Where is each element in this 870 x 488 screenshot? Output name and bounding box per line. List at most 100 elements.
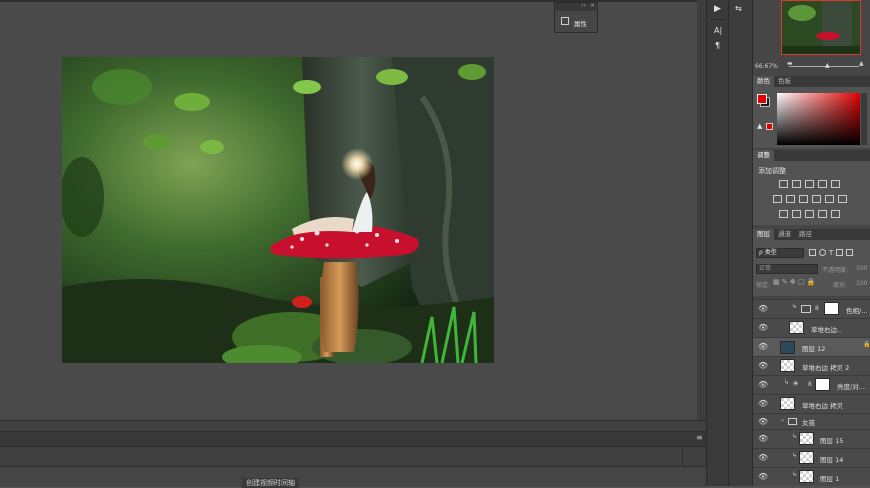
play-icon[interactable]: ▶ [714, 4, 721, 14]
layer-row[interactable]: 👁 ↳ ☀ 8 亮度/对... [753, 375, 870, 394]
lock-icon: 🔒 [863, 341, 870, 348]
color-balance-icon[interactable] [786, 195, 795, 203]
layer-thumbnail[interactable] [799, 432, 814, 445]
gamut-color-swatch[interactable] [766, 123, 773, 130]
channel-mixer-icon[interactable] [825, 195, 834, 203]
selective-color-icon[interactable] [831, 210, 840, 218]
character-icon[interactable]: A| [714, 26, 722, 35]
layer-row[interactable]: 👁 ↳ 8 色相/... [753, 299, 870, 318]
layer-name[interactable]: 色相/... [846, 305, 867, 315]
zoom-in-icon[interactable]: ▲ [859, 60, 864, 67]
document-image[interactable] [62, 57, 494, 363]
filter-adjustment-icon[interactable] [819, 249, 826, 256]
tab-color[interactable]: 颜色 [753, 76, 774, 87]
visibility-eye-icon[interactable]: 👁 [758, 361, 768, 370]
lock-icons[interactable]: ▦ ✎ ✥ ▢ 🔒 [773, 278, 816, 286]
exposure-icon[interactable] [818, 180, 827, 188]
hue-saturation-icon[interactable] [773, 195, 782, 203]
paragraph-icon[interactable]: ¶ [715, 41, 720, 50]
layer-thumbnail[interactable] [780, 359, 795, 372]
layer-name[interactable]: 女孩 [802, 417, 815, 427]
curves-icon[interactable] [805, 180, 814, 188]
threshold-icon[interactable] [805, 210, 814, 218]
layer-thumbnail[interactable] [799, 470, 814, 483]
properties-panel[interactable]: ‹‹ × 属性 [554, 2, 598, 33]
layer-name[interactable]: 图层 12 [802, 343, 825, 353]
blend-mode-select[interactable]: 正常 [756, 264, 818, 274]
invert-icon[interactable] [779, 210, 788, 218]
tab-swatches[interactable]: 色板 [774, 76, 795, 87]
black-white-icon[interactable] [799, 195, 808, 203]
visibility-eye-icon[interactable]: 👁 [758, 417, 768, 426]
color-field[interactable] [777, 93, 860, 145]
tab-layers[interactable]: 图层 [753, 229, 774, 240]
visibility-eye-icon[interactable]: 👁 [758, 342, 768, 351]
panel-menu-icon[interactable]: ≡ [696, 433, 703, 442]
properties-icon[interactable] [561, 17, 569, 25]
visibility-eye-icon[interactable]: 👁 [758, 304, 768, 313]
foreground-color-swatch[interactable] [757, 94, 767, 104]
layer-row[interactable]: 👁 ↳ 图层 14 [753, 448, 870, 467]
visibility-eye-icon[interactable]: 👁 [758, 434, 768, 443]
timeline-footer [0, 466, 706, 487]
navigator-thumbnail[interactable] [781, 0, 861, 55]
close-icon[interactable]: × [590, 2, 595, 9]
hue-slider[interactable] [861, 93, 867, 145]
visibility-eye-icon[interactable]: 👁 [758, 399, 768, 408]
layer-row[interactable]: 👁 草堆右边 拷贝 2 [753, 356, 870, 375]
tab-adjustments[interactable]: 调整 [753, 150, 774, 161]
canvas-vertical-scrollbar[interactable] [697, 0, 706, 420]
photo-filter-icon[interactable] [812, 195, 821, 203]
layer-thumbnail[interactable] [799, 451, 814, 464]
navigator-zoom[interactable]: 66.67% [755, 63, 778, 70]
canvas-area[interactable] [0, 0, 697, 420]
levels-icon[interactable] [792, 180, 801, 188]
brightness-icon[interactable] [779, 180, 788, 188]
visibility-eye-icon[interactable]: 👁 [758, 472, 768, 481]
layer-row[interactable]: 👁 草堆右边.. [753, 318, 870, 337]
tab-channels[interactable]: 通道 [774, 229, 795, 240]
link-icon: 8 [808, 381, 812, 388]
visibility-eye-icon[interactable]: 👁 [758, 323, 768, 332]
layer-name[interactable]: 图层 15 [820, 435, 843, 445]
filter-type-icon[interactable]: T [829, 249, 833, 257]
layer-thumbnail[interactable] [780, 397, 795, 410]
zoom-slider-thumb[interactable]: ▲ [825, 62, 830, 69]
filter-smart-icon[interactable] [846, 249, 854, 256]
tab-paths[interactable]: 路径 [795, 229, 816, 240]
layer-row[interactable]: 👁 草堆右边 拷贝 [753, 394, 870, 413]
layer-thumbnail[interactable] [789, 321, 804, 334]
zoom-out-icon[interactable]: ▬ [787, 60, 793, 67]
layer-row-selected[interactable]: 👁 图层 12 🔒 [753, 337, 870, 356]
swap-icon[interactable]: ⇆ [735, 4, 742, 13]
filter-pixel-icon[interactable] [809, 249, 816, 256]
gradient-map-icon[interactable] [818, 210, 827, 218]
visibility-eye-icon[interactable]: 👁 [758, 380, 768, 389]
layer-mask-thumbnail[interactable] [815, 378, 830, 391]
clip-arrow-icon: ↳ [792, 471, 798, 478]
timeline-divider [682, 447, 683, 467]
layer-name[interactable]: 图层 1 [820, 473, 839, 483]
filter-shape-icon[interactable] [836, 249, 844, 256]
visibility-eye-icon[interactable]: 👁 [758, 453, 768, 462]
layer-mask-thumbnail[interactable] [824, 302, 839, 315]
opacity-value[interactable]: 100 [856, 265, 867, 272]
layer-name[interactable]: 图层 14 [820, 454, 843, 464]
layer-name[interactable]: 草堆右边.. [811, 324, 841, 334]
layer-name[interactable]: 亮度/对... [837, 381, 865, 391]
layer-group-row[interactable]: 👁 ⌄ 女孩 [753, 413, 870, 429]
posterize-icon[interactable] [792, 210, 801, 218]
fill-value[interactable]: 100 [856, 280, 867, 287]
layer-row[interactable]: 👁 ↳ 图层 15 [753, 429, 870, 448]
layer-thumbnail[interactable] [780, 341, 795, 354]
group-expand-icon[interactable]: ⌄ [780, 416, 785, 423]
layer-name[interactable]: 草堆右边 拷贝 [802, 400, 843, 410]
collapse-icon[interactable]: ‹‹ [581, 2, 586, 9]
create-video-timeline-button[interactable]: 创建视频时间轴 [242, 478, 299, 488]
vibrance-icon[interactable] [831, 180, 840, 188]
layer-filter-select[interactable]: ρ 类型 [756, 248, 804, 258]
color-lookup-icon[interactable] [838, 195, 847, 203]
layer-name[interactable]: 草堆右边 拷贝 2 [802, 362, 849, 372]
layer-row[interactable]: 👁 ↳ 图层 1 [753, 467, 870, 486]
zoom-slider[interactable] [789, 66, 859, 67]
